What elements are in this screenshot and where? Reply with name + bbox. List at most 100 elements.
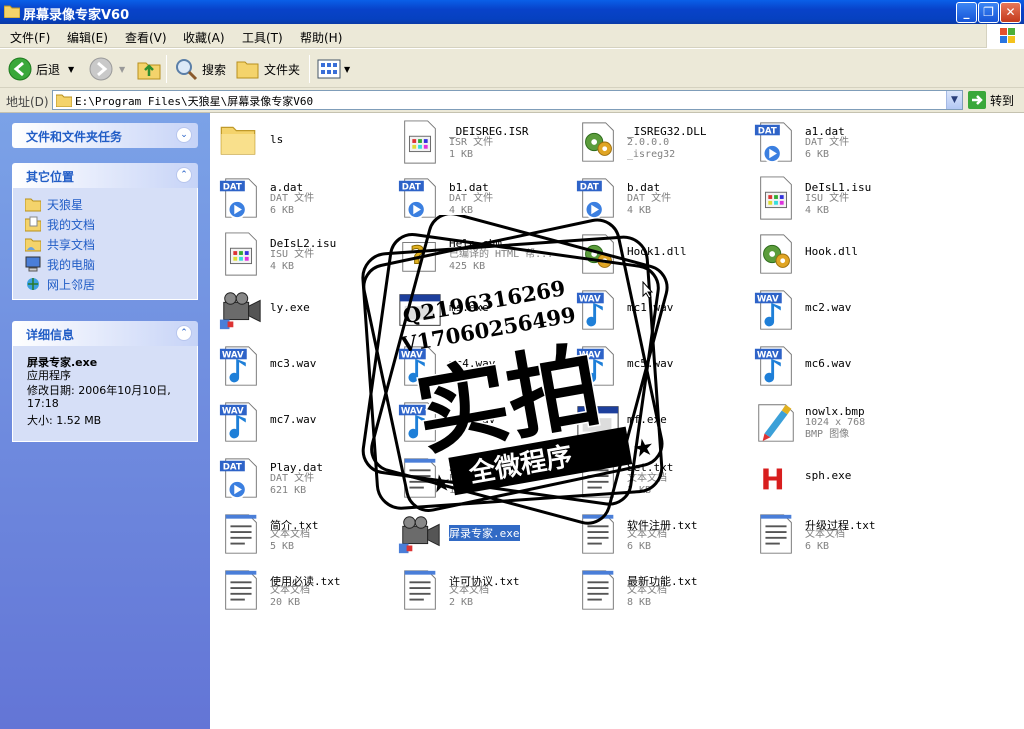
file-item[interactable]: ly.exe [214, 283, 390, 335]
menu-help[interactable]: 帮助(H) [300, 29, 342, 46]
text-file-icon [397, 455, 445, 503]
file-item[interactable]: 使用必读.txt 文本文档 20 KB [214, 563, 390, 615]
minimize-button[interactable]: _ [956, 2, 977, 23]
menu-favorites[interactable]: 收藏(A) [183, 29, 225, 46]
forward-button[interactable]: ▼ [89, 56, 125, 82]
detail-modified-time: 17:18 [27, 397, 59, 410]
wav-icon: WAV [218, 399, 266, 447]
close-button[interactable]: ✕ [1000, 2, 1021, 23]
folder-icon [218, 119, 266, 167]
address-input[interactable]: E:\Program Files\天狼星\屏幕录像专家V60 ▼ [52, 90, 963, 110]
chevron-down-icon: ▼ [344, 64, 351, 74]
file-item[interactable]: WAV mc1.wav [571, 283, 747, 335]
up-folder-icon [137, 62, 161, 80]
dll-icon [753, 231, 801, 279]
file-item[interactable]: WAV mc6.wav [749, 339, 925, 391]
svg-text:WAV: WAV [401, 350, 423, 360]
chevron-down-icon[interactable]: ▼ [119, 65, 125, 74]
file-type: Exp [449, 473, 468, 484]
file-type: 文本文档 [449, 585, 489, 596]
svg-text:WAV: WAV [757, 294, 779, 304]
file-name: mc3.wav [270, 357, 317, 370]
search-button[interactable]: 搜索 [174, 56, 226, 82]
chevron-up-icon[interactable]: ⌃ [176, 325, 192, 341]
file-item[interactable]: Hsph.exe [749, 451, 925, 503]
file-item[interactable]: 升级过程.txt 文本文档 6 KB [749, 507, 925, 559]
go-button[interactable]: 转到 [968, 91, 1014, 109]
file-size: 2 KB [449, 597, 474, 608]
file-item[interactable]: DAT Play.dat DAT 文件 621 KB [214, 451, 390, 503]
file-item[interactable]: 软件注册.txt 文本文档 6 KB [571, 507, 747, 559]
menu-file[interactable]: 文件(F) [10, 29, 50, 46]
file-item[interactable]: 许可协议.txt 文本文档 2 KB [393, 563, 569, 615]
file-item[interactable]: WAV mc3.wav [214, 339, 390, 391]
file-item[interactable]: DeIsL2.isu ISU 文件 4 KB [214, 227, 390, 279]
file-item[interactable]: nowlx.bmp 1024 x 768 BMP 图像 [749, 395, 925, 447]
file-size: 1 KB [627, 485, 652, 496]
file-type: 文本文档 [627, 473, 667, 484]
window-title: 屏幕录像专家V60 [23, 8, 130, 23]
file-item[interactable]: DeIsL1.isu ISU 文件 4 KB [749, 171, 925, 223]
file-item[interactable]: _DEISREG.ISR ISR 文件 1 KB [393, 115, 569, 167]
text-file-icon [575, 511, 623, 559]
file-item[interactable]: 屏录专家.exe [393, 507, 569, 559]
file-item[interactable]: DAT a.dat DAT 文件 6 KB [214, 171, 390, 223]
file-item[interactable]: Set.txt 文本文档 1 KB [571, 451, 747, 503]
file-item[interactable]: DAT b1.dat DAT 文件 4 KB [393, 171, 569, 223]
file-name: Hook1.dll [627, 245, 687, 258]
file-item[interactable]: WAV mc8.wav [393, 395, 569, 447]
file-item[interactable]: WAV mc5.wav [571, 339, 747, 391]
restore-button[interactable]: ❐ [978, 2, 999, 23]
file-item[interactable]: DAT a1.dat DAT 文件 6 KB [749, 115, 925, 167]
file-type: DAT 文件 [805, 137, 850, 148]
chevron-down-icon[interactable]: ⌄ [176, 127, 192, 143]
menu-tools[interactable]: 工具(T) [242, 29, 283, 46]
file-item[interactable]: Hook.dll [749, 227, 925, 279]
file-item[interactable]: ms.exe [393, 283, 569, 335]
text-file-icon [397, 567, 445, 615]
menu-view[interactable]: 查看(V) [125, 29, 167, 46]
file-item[interactable]: WAV mc7.wav [214, 395, 390, 447]
svg-text:DAT: DAT [758, 126, 777, 136]
file-name: mc1.wav [627, 301, 674, 314]
file-size: 425 KB [449, 261, 486, 272]
place-my-computer[interactable]: 我的电脑 [25, 254, 185, 274]
place-my-documents[interactable]: 我的文档 [25, 214, 185, 234]
file-item[interactable]: ? Help.chm 已编译的 HTML 帮... 425 KB [393, 227, 569, 279]
svg-text:H: H [761, 463, 785, 497]
details-panel-header[interactable]: 详细信息 ⌃ [12, 321, 198, 346]
folders-button[interactable]: 文件夹 [236, 56, 300, 82]
file-type: 文本文档 [805, 529, 845, 540]
file-item[interactable]: WAV mc4.wav [393, 339, 569, 391]
place-tianlangxing[interactable]: 天狼星 [25, 194, 185, 214]
file-item[interactable]: WAV mc2.wav [749, 283, 925, 335]
folder-icon [25, 198, 41, 212]
file-item[interactable]: mf.exe [571, 395, 747, 447]
chevron-up-icon[interactable]: ⌃ [176, 167, 192, 183]
up-folder-button[interactable] [136, 56, 162, 82]
views-button[interactable]: ▼ [317, 56, 350, 82]
wav-icon: WAV [575, 343, 623, 391]
file-item[interactable]: 简介.txt 文本文档 5 KB [214, 507, 390, 559]
svg-text:DAT: DAT [223, 182, 242, 192]
menu-edit[interactable]: 编辑(E) [67, 29, 108, 46]
file-item[interactable]: _ISREG32.DLL 2.0.0.0 _isreg32 [571, 115, 747, 167]
address-dropdown-button[interactable]: ▼ [946, 91, 962, 109]
file-item[interactable]: DAT b.dat DAT 文件 4 KB [571, 171, 747, 223]
file-item[interactable]: Hook1.dll [571, 227, 747, 279]
tasks-panel-header[interactable]: 文件和文件夹任务 ⌄ [12, 123, 198, 148]
search-icon [176, 59, 198, 81]
file-item[interactable]: Set.exp Exp 1 KB [393, 451, 569, 503]
places-panel-header[interactable]: 其它位置 ⌃ [12, 163, 198, 188]
place-shared-documents[interactable]: 共享文档 [25, 234, 185, 254]
generic-file-icon [397, 119, 445, 167]
toolbar-separator [166, 55, 167, 83]
file-name: Hook.dll [805, 245, 858, 258]
file-size: 6 KB [805, 149, 830, 160]
file-item[interactable]: ls [214, 115, 390, 167]
chevron-down-icon[interactable]: ▼ [68, 65, 74, 74]
file-item[interactable]: 最新功能.txt 文本文档 8 KB [571, 563, 747, 615]
place-network[interactable]: 网上邻居 [25, 274, 185, 294]
tasks-panel-title: 文件和文件夹任务 [26, 130, 123, 144]
back-button[interactable]: 后退 ▼ [8, 56, 74, 82]
